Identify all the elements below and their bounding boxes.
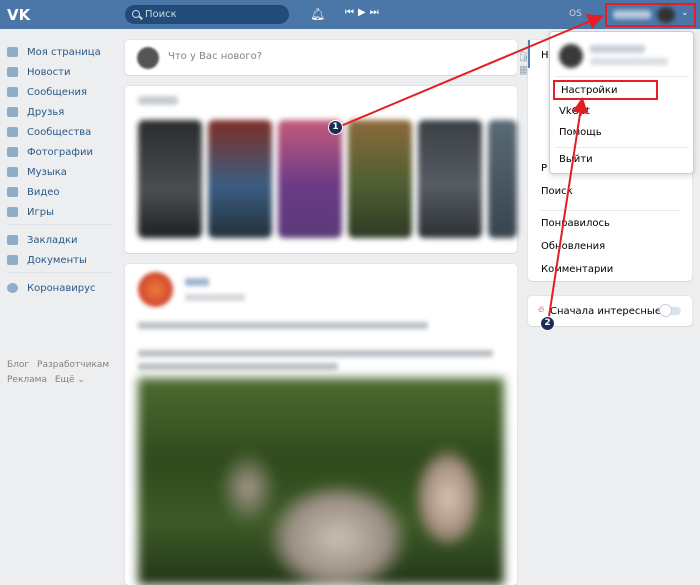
stories-title-blurred [138, 96, 178, 105]
sidebar-item-label: Сообщения [27, 86, 88, 98]
post-author-avatar[interactable] [138, 272, 173, 307]
avatar [657, 7, 675, 23]
post-composer[interactable]: Что у Вас нового? 📷︎▦♪☰ [125, 40, 625, 76]
story-thumbnail[interactable] [488, 120, 517, 238]
story-thumbnail[interactable] [418, 120, 482, 238]
footer-link-more[interactable]: Ещё ⌄ [55, 375, 85, 385]
avatar [559, 44, 583, 68]
footer-link-ads[interactable]: Реклама [7, 375, 47, 385]
left-sidebar: Моя страница Новости Сообщения Друзья Со… [7, 42, 117, 298]
sidebar-item-photos[interactable]: Фотографии [7, 142, 117, 162]
messages-icon [7, 87, 18, 97]
post-text-blurred [138, 363, 338, 370]
filter-item-news[interactable]: Н [541, 50, 549, 61]
stories-block [125, 86, 517, 253]
sidebar-item-label: Фотографии [27, 146, 93, 158]
sidebar-item-label: Новости [27, 66, 71, 78]
sidebar-divider [7, 272, 112, 273]
sidebar-item-label: Друзья [27, 106, 65, 118]
sidebar-item-coronavirus[interactable]: Коронавирус [7, 278, 117, 298]
sidebar-item-label: Игры [27, 206, 54, 218]
chevron-down-icon: ⌄ [681, 8, 689, 18]
sidebar-item-label: Музыка [27, 166, 67, 178]
sidebar-item-label: Коронавирус [27, 282, 96, 294]
sidebar-footer: Блог Разработчикам Реклама Ещё ⌄ [7, 358, 117, 388]
sidebar-item-video[interactable]: Видео [7, 182, 117, 202]
sidebar-item-label: Моя страница [27, 46, 101, 58]
news-icon [7, 67, 18, 77]
post-date-blurred [185, 294, 245, 301]
video-icon [7, 187, 18, 197]
os-label: OS [569, 9, 582, 19]
sidebar-item-friends[interactable]: Друзья [7, 102, 117, 122]
footer-link-developers[interactable]: Разработчикам [37, 360, 109, 370]
filter-item-r[interactable]: Р [541, 163, 547, 174]
footer-link-blog[interactable]: Блог [7, 360, 29, 370]
sidebar-item-label: Сообщества [27, 126, 92, 138]
menu-item-logout[interactable]: Выйти [559, 154, 593, 165]
composer-placeholder: Что у Вас нового? [168, 51, 263, 62]
sidebar-item-my-page[interactable]: Моя страница [7, 42, 117, 62]
interesting-first-toggle[interactable] [660, 305, 681, 316]
top-header: VK Поиск 🔔︎ ⏮▶⏭ OS ⌄ [0, 0, 700, 29]
sidebar-item-games[interactable]: Игры [7, 202, 117, 222]
annotation-badge-2: 2 [540, 316, 555, 331]
music-icon [7, 167, 18, 177]
post-text-blurred [138, 322, 428, 329]
selected-indicator [528, 40, 530, 68]
filter-item-comments[interactable]: Комментарии [541, 264, 613, 275]
dropdown-divider [556, 76, 689, 77]
user-menu-button[interactable]: ⌄ [605, 3, 696, 27]
communities-icon [7, 127, 18, 137]
post-author-name-blurred[interactable] [185, 278, 209, 286]
filter-item-search[interactable]: Поиск [541, 186, 573, 197]
vk-logo[interactable]: VK [7, 6, 31, 24]
sidebar-item-music[interactable]: Музыка [7, 162, 117, 182]
sidebar-divider [7, 224, 112, 225]
sidebar-item-news[interactable]: Новости [7, 62, 117, 82]
bookmarks-icon [7, 235, 18, 245]
filter-divider [541, 210, 681, 211]
fire-icon: 🔥︎ [538, 305, 545, 315]
friends-icon [7, 107, 18, 117]
user-dropdown-menu: Настройки VkOpt Помощь Выйти [549, 31, 694, 174]
dropdown-divider [556, 147, 689, 148]
sidebar-item-communities[interactable]: Сообщества [7, 122, 117, 142]
notifications-bell-icon[interactable]: 🔔︎ [310, 7, 325, 21]
interesting-first-label: Сначала интересные [550, 306, 661, 317]
story-thumbnail[interactable] [348, 120, 412, 238]
documents-icon [7, 255, 18, 265]
search-placeholder: Поиск [145, 9, 177, 20]
home-icon [7, 47, 18, 57]
story-thumbnail[interactable] [278, 120, 342, 238]
filter-item-liked[interactable]: Понравилось [541, 218, 610, 229]
menu-item-settings[interactable]: Настройки [553, 80, 658, 100]
dropdown-user-sub-blurred [590, 58, 668, 65]
audio-player-controls[interactable]: ⏮▶⏭ [345, 7, 383, 18]
menu-item-help[interactable]: Помощь [559, 127, 602, 138]
coronavirus-icon [7, 283, 18, 293]
user-name-blurred [613, 10, 651, 19]
dropdown-user-name-blurred[interactable] [590, 45, 645, 53]
sidebar-item-label: Закладки [27, 234, 78, 246]
sidebar-item-bookmarks[interactable]: Закладки [7, 230, 117, 250]
search-input[interactable]: Поиск [125, 5, 289, 24]
sidebar-item-label: Видео [27, 186, 60, 198]
annotation-badge-1: 1 [328, 120, 343, 135]
menu-item-vkopt[interactable]: VkOpt [559, 106, 590, 117]
avatar [137, 47, 159, 69]
sidebar-item-label: Документы [27, 254, 87, 266]
sidebar-item-documents[interactable]: Документы [7, 250, 117, 270]
story-thumbnail[interactable] [138, 120, 202, 238]
photos-icon [7, 147, 18, 157]
feed-post [125, 264, 517, 585]
story-thumbnail[interactable] [208, 120, 272, 238]
sidebar-item-messages[interactable]: Сообщения [7, 82, 117, 102]
filter-item-updates[interactable]: Обновления [541, 241, 605, 252]
search-icon [132, 10, 140, 18]
post-text-blurred [138, 350, 493, 357]
games-icon [7, 207, 18, 217]
post-photo[interactable] [138, 378, 504, 585]
